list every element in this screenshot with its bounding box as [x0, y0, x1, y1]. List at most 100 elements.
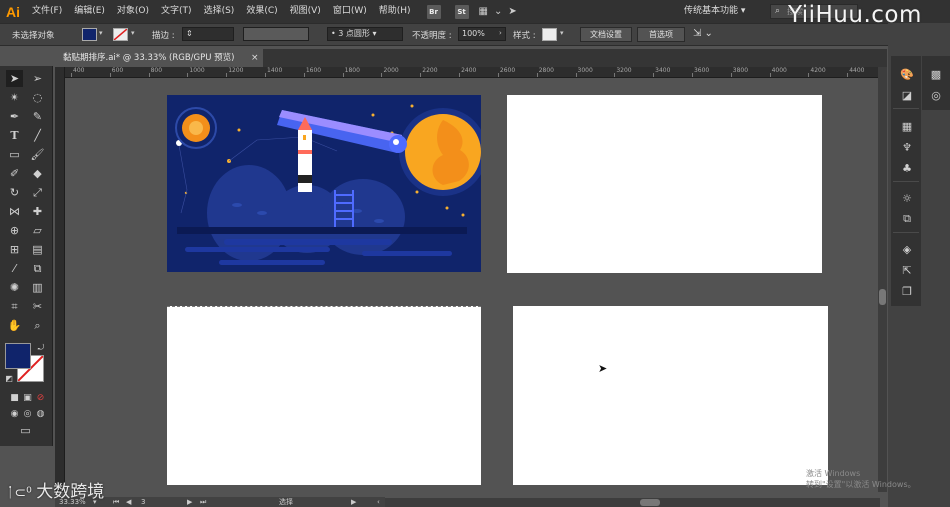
- no-stroke-icon: [114, 29, 127, 40]
- symbols-icon[interactable]: ♣: [898, 160, 916, 176]
- scale-tool-icon[interactable]: ⤢: [29, 184, 46, 201]
- color-panel-icon[interactable]: 🎨: [898, 66, 916, 82]
- default-colors-icon[interactable]: ◩: [4, 373, 14, 383]
- menu-select[interactable]: 选择(S): [198, 0, 241, 23]
- first-artboard-icon[interactable]: ⏮: [113, 497, 119, 507]
- width-tool-icon[interactable]: ⋈: [6, 203, 23, 220]
- swap-colors-icon[interactable]: ⤾: [36, 343, 46, 353]
- artboard-number[interactable]: 3: [141, 497, 145, 507]
- hand-tool-icon[interactable]: ✋: [6, 317, 23, 334]
- document-setup-button[interactable]: 文档设置: [580, 27, 632, 42]
- canvas[interactable]: [66, 79, 878, 492]
- perspective-grid-tool-icon[interactable]: ▱: [29, 222, 46, 239]
- brush-definition-field[interactable]: • 3 点圆形 ▾: [327, 27, 403, 41]
- draw-inside-icon[interactable]: ◍: [32, 405, 49, 422]
- last-artboard-icon[interactable]: ⏭: [200, 497, 206, 507]
- gpu-performance-icon[interactable]: ➤: [508, 6, 516, 17]
- horizontal-scrollbar[interactable]: [330, 498, 880, 507]
- curvature-tool-icon[interactable]: ✎: [29, 108, 46, 125]
- menu-type[interactable]: 文字(T): [155, 0, 198, 23]
- vertical-scrollbar[interactable]: [878, 67, 887, 492]
- bridge-button[interactable]: Br: [426, 4, 441, 19]
- rectangle-tool-icon[interactable]: ▭: [6, 146, 23, 163]
- arrange-documents-icon[interactable]: ▦: [479, 6, 488, 17]
- opacity-dropdown-icon[interactable]: ›: [499, 29, 502, 37]
- stroke-weight-field[interactable]: ⇕: [182, 27, 234, 41]
- symbol-sprayer-tool-icon[interactable]: ✺: [6, 279, 23, 296]
- stroke-swatch[interactable]: [113, 28, 128, 41]
- eraser-tool-icon[interactable]: ◆: [29, 165, 46, 182]
- column-graph-tool-icon[interactable]: ▥: [29, 279, 46, 296]
- libraries-icon[interactable]: ◎: [927, 87, 945, 103]
- type-tool-icon[interactable]: T: [6, 127, 23, 144]
- export-icon[interactable]: ⇱: [898, 262, 916, 278]
- artboard-2[interactable]: [507, 95, 822, 273]
- selection-tool-icon[interactable]: ➤: [6, 70, 23, 87]
- artboards-icon[interactable]: ❐: [898, 283, 916, 299]
- ruler-tick: [187, 73, 189, 77]
- direct-selection-tool-icon[interactable]: ➢: [29, 70, 46, 87]
- style-dropdown-icon[interactable]: ▾: [560, 29, 564, 37]
- eyedropper-tool-icon[interactable]: ⁄: [6, 260, 23, 277]
- graphic-style-swatch[interactable]: [542, 28, 557, 41]
- status-mode[interactable]: 选择: [279, 497, 293, 507]
- menu-view[interactable]: 视图(V): [284, 0, 327, 23]
- puppet-warp-tool-icon[interactable]: ✚: [29, 203, 46, 220]
- artboard-3[interactable]: [167, 306, 481, 485]
- menu-window[interactable]: 窗口(W): [327, 0, 373, 23]
- slice-tool-icon[interactable]: ✂: [29, 298, 46, 315]
- appearance-icon[interactable]: ☼: [898, 190, 916, 206]
- lasso-tool-icon[interactable]: ◌: [29, 89, 46, 106]
- graphic-styles-icon[interactable]: ⧉: [898, 211, 916, 227]
- status-arrow-icon[interactable]: ▶: [351, 497, 356, 507]
- vertical-ruler[interactable]: [55, 67, 65, 492]
- line-tool-icon[interactable]: ╱: [29, 127, 46, 144]
- menu-help[interactable]: 帮助(H): [373, 0, 417, 23]
- menu-object[interactable]: 对象(O): [111, 0, 155, 23]
- gradient-tool-icon[interactable]: ▤: [29, 241, 46, 258]
- horizontal-scroll-thumb[interactable]: [640, 499, 660, 506]
- properties-icon[interactable]: ▩: [927, 66, 945, 82]
- preferences-button[interactable]: 首选项: [637, 27, 685, 42]
- swatches-icon[interactable]: ▦: [898, 118, 916, 134]
- blend-tool-icon[interactable]: ⧉: [29, 260, 46, 277]
- ruler-tick: [614, 73, 616, 77]
- shape-builder-tool-icon[interactable]: ⊕: [6, 222, 23, 239]
- shaper-tool-icon[interactable]: ✐: [6, 165, 23, 182]
- stroke-dropdown-icon[interactable]: ▾: [131, 29, 135, 37]
- stepper-icon[interactable]: ⇕: [186, 29, 193, 38]
- color-guide-icon[interactable]: ◪: [898, 87, 916, 103]
- none-mode-icon[interactable]: ⊘: [32, 389, 49, 406]
- paintbrush-tool-icon[interactable]: 🖌: [29, 146, 46, 163]
- rotate-tool-icon[interactable]: ↻: [6, 184, 23, 201]
- tab-close-icon[interactable]: ×: [251, 49, 259, 67]
- transform-icon[interactable]: ⇲ ⌄: [693, 28, 713, 39]
- layers-icon[interactable]: ◈: [898, 241, 916, 257]
- document-tab[interactable]: 黏贴期排序.ai* @ 33.33% (RGB/GPU 预览) ×: [55, 49, 263, 67]
- artboard-4[interactable]: [513, 306, 828, 485]
- menu-effect[interactable]: 效果(C): [240, 0, 283, 23]
- fill-swatch[interactable]: [82, 28, 97, 41]
- menu-edit[interactable]: 编辑(E): [68, 0, 111, 23]
- variable-width-field[interactable]: [243, 27, 309, 41]
- fill-dropdown-icon[interactable]: ▾: [99, 29, 103, 37]
- mesh-tool-icon[interactable]: ⊞: [6, 241, 23, 258]
- menu-file[interactable]: 文件(F): [26, 0, 68, 23]
- stock-button[interactable]: St: [454, 4, 469, 19]
- vertical-scroll-thumb[interactable]: [879, 289, 886, 305]
- pen-tool-icon[interactable]: ✒: [6, 108, 23, 125]
- document-tab-title: 黏贴期排序.ai* @ 33.33% (RGB/GPU 预览): [63, 53, 235, 63]
- workspace-switcher[interactable]: 传统基本功能 ▾: [684, 0, 745, 23]
- screen-mode-icon[interactable]: ▭: [17, 422, 34, 439]
- prev-artboard-icon[interactable]: ◀: [126, 497, 131, 507]
- artboard-tool-icon[interactable]: ⌗: [6, 298, 23, 315]
- status-scroll-left-icon[interactable]: ‹: [377, 497, 380, 507]
- fill-color-box[interactable]: [5, 343, 31, 369]
- magic-wand-tool-icon[interactable]: ✴: [6, 89, 23, 106]
- zoom-tool-icon[interactable]: ⌕: [29, 317, 46, 334]
- chevron-down-icon[interactable]: ⌄: [494, 6, 502, 17]
- brushes-icon[interactable]: ♆: [898, 139, 916, 155]
- artboard-1[interactable]: [167, 95, 481, 272]
- next-artboard-icon[interactable]: ▶: [187, 497, 192, 507]
- horizontal-ruler[interactable]: 400 600 800 1000 1200 1400 1600 1800 2000 2200 240…: [65, 67, 880, 78]
